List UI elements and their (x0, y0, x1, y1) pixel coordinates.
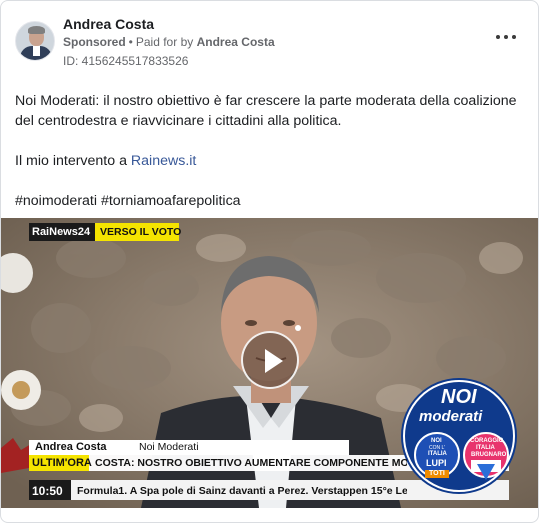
badge-right-coraggio: CORAGGIO (470, 438, 504, 444)
badge-left-italia: ITALIA (428, 451, 447, 457)
logo-moderati: moderati (419, 408, 483, 425)
badge-left-toti: TOTI (429, 470, 445, 477)
badge-right-brugnaro: BRUGNARO (471, 452, 507, 458)
ultimora-label: ULTIM'ORA (32, 457, 92, 469)
sponsored-line: Sponsored • Paid for by Andrea Costa (63, 35, 275, 49)
news-ticker: Formula1. A Spa pole di Sainz davanti a … (77, 485, 407, 497)
clock: 10:50 (32, 484, 63, 498)
author-name[interactable]: Andrea Costa (63, 16, 154, 32)
tag-verso-il-voto: VERSO IL VOTO (100, 226, 182, 238)
post-text: Noi Moderati: il nostro obiettivo è far … (15, 91, 524, 231)
channel-news24: News24 (49, 226, 91, 238)
channel-rai: Rai (32, 226, 50, 238)
badge-left-noi: NOI (431, 438, 442, 444)
lower-third-name: Andrea Costa (35, 441, 107, 453)
author-avatar[interactable] (15, 21, 55, 61)
paid-for-by-prefix: Paid for by (135, 35, 194, 49)
channel-logo: RaiNews24 (32, 226, 90, 238)
lower-third-party: Noi Moderati (139, 441, 199, 453)
post-hashtags[interactable]: #noimoderati #torniamoafarepolitica (15, 191, 524, 211)
dot-icon (504, 35, 508, 39)
post-header: Andrea Costa Sponsored • Paid for by Andre… (15, 13, 524, 73)
post-paragraph: Noi Moderati: il nostro obiettivo è far … (15, 93, 517, 129)
post-card: Andrea Costa Sponsored • Paid for by Andre… (0, 0, 539, 523)
paragraph-prefix: Il mio intervento a (15, 153, 131, 169)
dot-icon (496, 35, 500, 39)
sponsored-label: Sponsored (63, 35, 126, 49)
ad-id: ID: 4156245517833526 (63, 54, 189, 68)
more-options-button[interactable] (496, 29, 516, 45)
logo-noi: NOI (441, 386, 477, 408)
post-paragraph: Il mio intervento a Rainews.it (15, 151, 524, 171)
dot-icon (512, 35, 516, 39)
paid-for-by-name: Andrea Costa (196, 35, 275, 49)
separator-dot: • (128, 35, 133, 49)
badge-right-italia: ITALIA (476, 445, 495, 451)
rainews-link[interactable]: Rainews.it (131, 153, 196, 169)
ultimora-headline: COSTA: NOSTRO OBIETTIVO AUMENTARE COMPON… (95, 457, 407, 469)
play-icon[interactable] (241, 331, 299, 389)
badge-left-lupi: LUPI (426, 458, 447, 468)
